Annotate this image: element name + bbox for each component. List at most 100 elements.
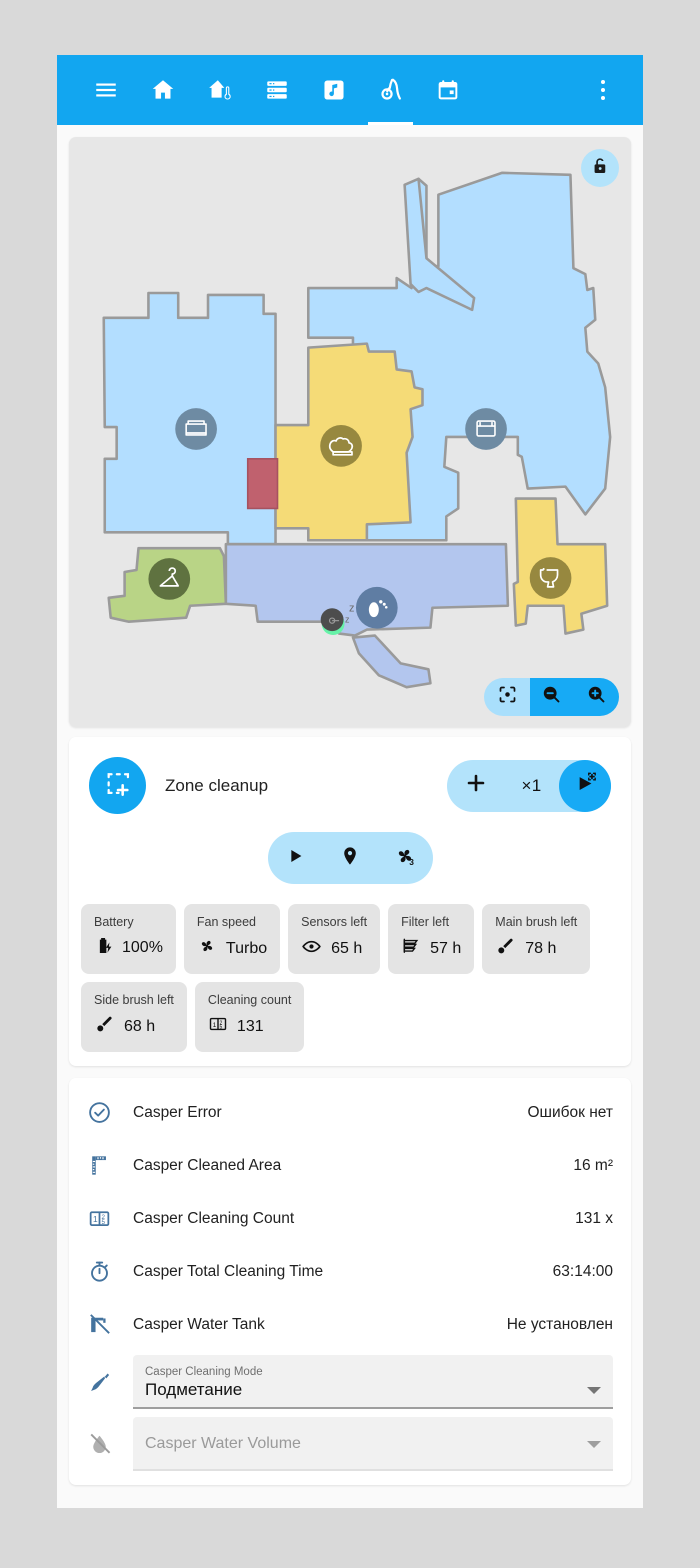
eye-icon <box>301 936 322 962</box>
map-recenter-button[interactable] <box>484 678 530 716</box>
ruler-icon <box>87 1153 133 1178</box>
entity-row-cleaned-area[interactable]: Casper Cleaned Area 16 m² <box>69 1139 631 1192</box>
broom-icon <box>87 1370 133 1395</box>
air-filter-icon <box>401 936 421 961</box>
overflow-menu-button[interactable] <box>583 55 623 125</box>
goto-button[interactable] <box>327 835 373 881</box>
entity-value: Ошибок нет <box>527 1103 614 1121</box>
water-volume-select[interactable]: Casper Water Volume <box>133 1417 613 1471</box>
tab-vacuum[interactable] <box>362 55 419 125</box>
select-label: Casper Cleaning Mode <box>145 1366 263 1378</box>
entity-value: Не установлен <box>506 1315 613 1333</box>
tab-bar <box>77 55 583 125</box>
entity-value: 63:14:00 <box>552 1262 613 1280</box>
entity-value: 16 m² <box>573 1156 613 1174</box>
chip-label: Sensors left <box>301 915 368 929</box>
chip-side-brush-left[interactable]: Side brush left 68 h <box>81 982 187 1052</box>
entity-row-total-cleaning-time[interactable]: Casper Total Cleaning Time 63:14:00 <box>69 1245 631 1298</box>
center-focus-icon <box>497 684 518 710</box>
cleaning-mode-select[interactable]: Casper Cleaning Mode Подметание <box>133 1355 613 1409</box>
chip-value: 100% <box>122 939 163 956</box>
svg-text:3: 3 <box>409 857 414 867</box>
chip-label: Side brush left <box>94 993 174 1007</box>
svg-text:5: 5 <box>101 1219 105 1226</box>
play-zone-icon <box>570 768 600 803</box>
room-badge-closet[interactable] <box>148 558 191 600</box>
chip-value: 131 <box>236 1017 264 1035</box>
quick-action-bar: 3 <box>267 832 433 884</box>
tab-climate[interactable] <box>191 55 248 125</box>
select-value: Подметание <box>145 1380 243 1399</box>
no-go-zone <box>246 458 279 510</box>
tab-media[interactable] <box>305 55 362 125</box>
vacuum-icon <box>377 76 405 104</box>
map-controls <box>484 678 619 716</box>
vacuum-map-card[interactable]: zz <box>69 137 631 727</box>
repeat-count-label[interactable]: ×1 <box>504 776 559 796</box>
room-badge-living-room[interactable] <box>175 408 217 450</box>
counter-icon: 1 2 5 <box>87 1206 133 1231</box>
entity-row-error[interactable]: Casper Error Ошибок нет <box>69 1086 631 1139</box>
unlocked-padlock-icon <box>590 156 610 181</box>
zone-repeat-stepper: ×1 <box>447 759 611 812</box>
music-note-icon <box>321 77 347 103</box>
chip-label: Main brush left <box>495 915 578 929</box>
chip-value: 57 h <box>430 939 462 957</box>
svg-text:z: z <box>349 603 354 615</box>
zone-cleanup-row: Zone cleanup ×1 <box>79 751 621 814</box>
map-lock-button[interactable] <box>581 149 619 187</box>
chip-filter-left[interactable]: Filter left 57 h <box>388 904 475 974</box>
top-app-bar <box>57 55 643 125</box>
zoom-in-icon <box>586 684 607 710</box>
attribute-chip-list: Battery 100% Fan speed Turbo Sensors lef… <box>79 904 621 1052</box>
tab-calendar[interactable] <box>419 55 476 125</box>
battery-charging-icon <box>94 936 113 960</box>
play-icon <box>284 845 306 872</box>
map-zoom-in-button[interactable] <box>573 678 619 716</box>
three-dot-menu-icon <box>601 80 605 100</box>
chip-cleaning-count[interactable]: Cleaning count 1 2 5 131 <box>194 982 305 1052</box>
entity-name: Casper Cleaning Count <box>133 1209 295 1227</box>
chip-main-brush-left[interactable]: Main brush left 78 h <box>482 904 591 974</box>
entity-value: 131 x <box>575 1209 613 1227</box>
timer-icon <box>87 1259 133 1284</box>
zone-cleanup-icon <box>104 769 132 802</box>
chip-fan-speed[interactable]: Fan speed Turbo <box>183 904 281 974</box>
chip-label: Cleaning count <box>207 993 292 1007</box>
chip-value: 68 h <box>124 1018 156 1035</box>
brush-icon <box>495 936 516 962</box>
room-badge-toilet[interactable] <box>529 557 572 599</box>
chip-sensors-left[interactable]: Sensors left 65 h <box>288 904 381 974</box>
room-badge-kitchen[interactable] <box>320 425 362 467</box>
start-button[interactable] <box>272 835 318 881</box>
start-zone-cleanup-button[interactable] <box>559 759 611 812</box>
add-zone-button[interactable] <box>447 771 504 800</box>
entity-name: Casper Error <box>133 1103 222 1121</box>
check-circle-icon <box>87 1100 133 1125</box>
tab-home[interactable] <box>134 55 191 125</box>
zone-cleanup-button[interactable] <box>89 757 146 814</box>
entity-name: Casper Cleaned Area <box>133 1156 282 1174</box>
fan-speed-button[interactable]: 3 <box>382 835 428 881</box>
entities-card: Casper Error Ошибок нет Casper Cleaned A… <box>69 1078 631 1485</box>
app-viewport: zz Zone cleanup ×1 3 Battery 100% Fan sp… <box>57 55 643 1508</box>
zone-cleanup-label: Zone cleanup <box>165 775 269 795</box>
entity-name: Casper Total Cleaning Time <box>133 1262 324 1280</box>
sidebar-toggle-button[interactable] <box>77 55 134 125</box>
entity-row-cleaning-count[interactable]: 1 2 5 Casper Cleaning Count 131 x <box>69 1192 631 1245</box>
tab-devices[interactable] <box>248 55 305 125</box>
chip-value: 65 h <box>331 940 363 957</box>
water-off-icon <box>87 1432 133 1457</box>
entity-row-water-tank[interactable]: Casper Water Tank Не установлен <box>69 1298 631 1351</box>
map-pin-icon <box>339 845 361 872</box>
room-badge-hallway[interactable] <box>355 586 398 629</box>
map-zoom-out-button[interactable] <box>530 678 573 716</box>
brush-icon <box>94 1014 115 1040</box>
fan-icon <box>197 936 217 961</box>
room-badge-bedroom[interactable] <box>465 408 507 450</box>
floor-plan-map[interactable]: zz <box>69 137 631 727</box>
chip-battery[interactable]: Battery 100% <box>81 904 176 974</box>
select-placeholder: Casper Water Volume <box>145 1435 301 1452</box>
chevron-down-icon[interactable] <box>587 1387 601 1394</box>
chevron-down-icon[interactable] <box>587 1440 601 1448</box>
